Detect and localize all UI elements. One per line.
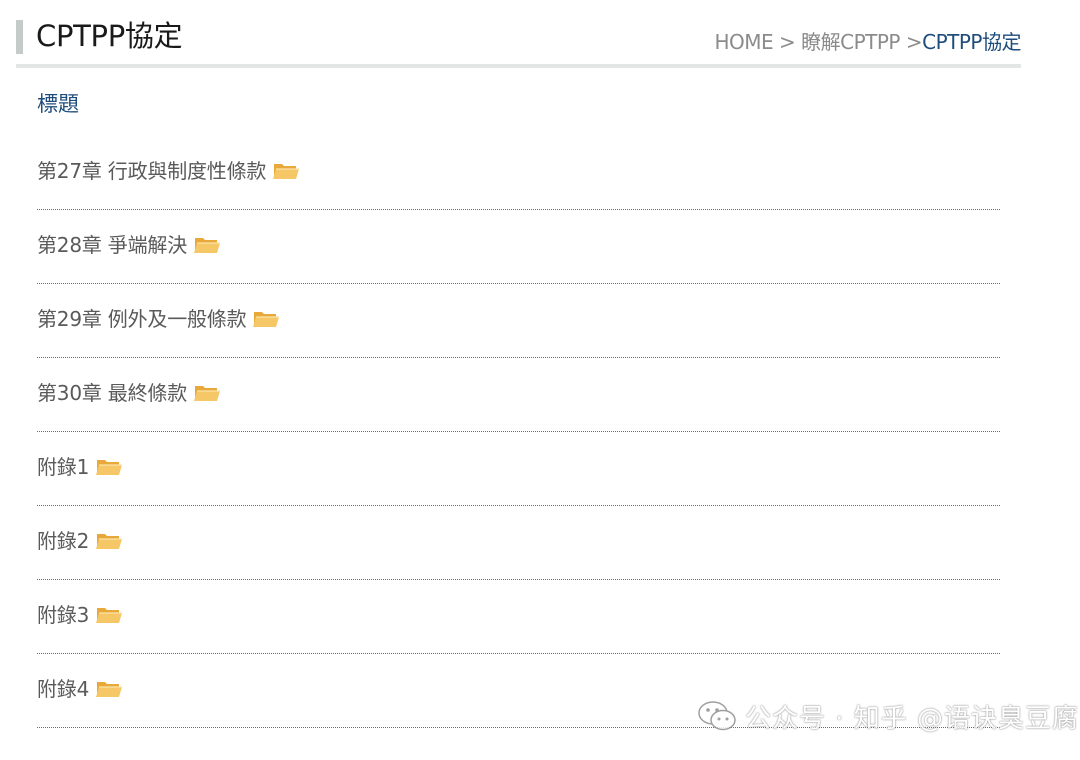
list-item[interactable]: 附錄3 — [37, 580, 1000, 654]
list-item-content: 附錄2 — [37, 527, 123, 555]
watermark: 公众号 · 知乎 @语诀臭豆腐 — [697, 698, 1079, 734]
watermark-text: 公众号 · 知乎 @语诀臭豆腐 — [745, 703, 1080, 734]
breadcrumb-home-link[interactable]: HOME — [714, 30, 773, 54]
list-item-link[interactable]: 附錄1 — [37, 453, 89, 481]
list-item[interactable]: 附錄1 — [37, 432, 1000, 506]
folder-icon[interactable] — [252, 308, 280, 330]
list-item-link[interactable]: 第30章 最終條款 — [37, 379, 187, 407]
list-item-content: 第28章 爭端解決 — [37, 231, 221, 259]
breadcrumb-current: CPTPP協定 — [922, 30, 1021, 54]
folder-icon[interactable] — [272, 160, 300, 182]
list-item[interactable]: 第28章 爭端解決 — [37, 210, 1000, 284]
list-item-link[interactable]: 第28章 爭端解決 — [37, 231, 187, 259]
list-item-link[interactable]: 附錄2 — [37, 527, 89, 555]
title-accent-bar — [16, 20, 23, 54]
breadcrumb-separator: > — [773, 30, 802, 54]
folder-icon[interactable] — [193, 382, 221, 404]
breadcrumb: HOME > 瞭解CPTPP >CPTPP協定 — [714, 28, 1021, 56]
list-item-link[interactable]: 第29章 例外及一般條款 — [37, 305, 247, 333]
list-item-link[interactable]: 第27章 行政與制度性條款 — [37, 157, 266, 185]
header-divider — [16, 64, 1021, 68]
list-item-link[interactable]: 附錄4 — [37, 675, 89, 703]
folder-icon[interactable] — [95, 530, 123, 552]
document-list: 標題 第27章 行政與制度性條款 第28章 爭端解決 第29章 例外及一般條款 … — [37, 86, 1000, 728]
list-item-content: 第30章 最終條款 — [37, 379, 221, 407]
breadcrumb-separator: > — [900, 30, 923, 54]
list-heading: 標題 — [37, 92, 79, 116]
page-header: CPTPP協定 HOME > 瞭解CPTPP >CPTPP協定 — [16, 0, 1021, 70]
list-item[interactable]: 第27章 行政與制度性條款 — [37, 122, 1000, 210]
page-title: CPTPP協定 — [36, 19, 183, 53]
wechat-icon — [698, 701, 736, 731]
list-item[interactable]: 附錄2 — [37, 506, 1000, 580]
folder-icon[interactable] — [95, 604, 123, 626]
list-item-link[interactable]: 附錄3 — [37, 601, 89, 629]
list-item-content: 附錄1 — [37, 453, 123, 481]
breadcrumb-section-link[interactable]: 瞭解CPTPP — [801, 30, 900, 54]
list-item[interactable]: 第30章 最終條款 — [37, 358, 1000, 432]
list-item-content: 第29章 例外及一般條款 — [37, 305, 280, 333]
list-item-content: 第27章 行政與制度性條款 — [37, 157, 300, 185]
list-item-content: 附錄3 — [37, 601, 123, 629]
list-item-content: 附錄4 — [37, 675, 123, 703]
folder-icon[interactable] — [193, 234, 221, 256]
folder-icon[interactable] — [95, 456, 123, 478]
list-item[interactable]: 第29章 例外及一般條款 — [37, 284, 1000, 358]
folder-icon[interactable] — [95, 678, 123, 700]
